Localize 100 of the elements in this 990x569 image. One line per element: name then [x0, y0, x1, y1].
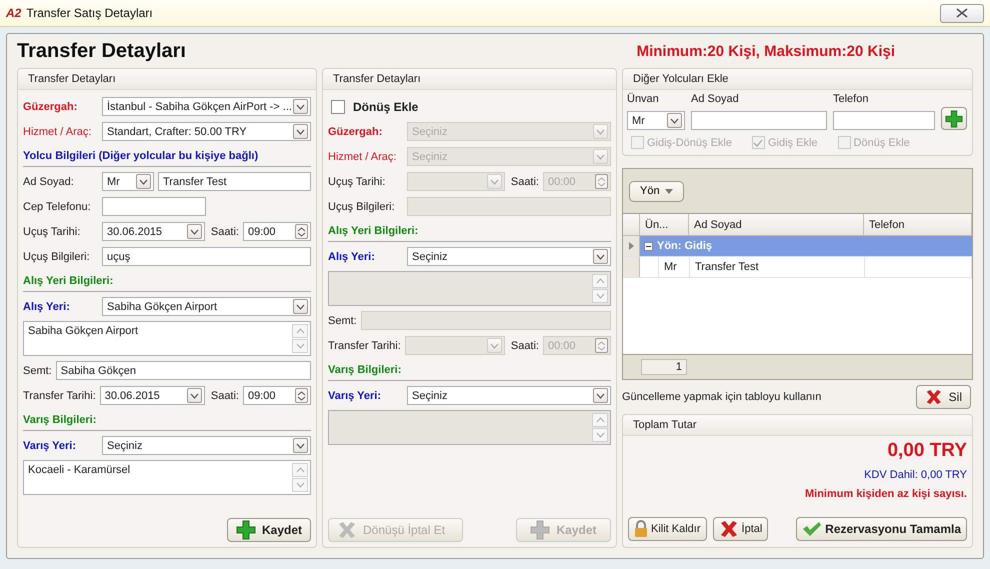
chevron-down-icon	[596, 392, 605, 398]
memo-field[interactable]: Kocaeli - Karamürsel	[23, 460, 311, 495]
spin-button[interactable]	[295, 224, 308, 239]
section-title: Alış Yeri Bilgileri:	[23, 275, 114, 287]
input-field[interactable]: Sabiha Gökçen	[56, 361, 311, 380]
up-down-arrows-icon	[597, 176, 606, 188]
dropdown-button[interactable]	[186, 388, 202, 403]
chevron-down-icon	[596, 128, 605, 134]
field-label: Semt:	[23, 364, 52, 376]
add-button[interactable]	[941, 107, 967, 130]
field-label: Uçuş Bilgileri:	[328, 200, 396, 212]
field-label: Güzergah:	[328, 126, 384, 138]
chevron-down-icon	[296, 128, 305, 134]
date-field[interactable]: 30.06.2015	[100, 386, 205, 405]
field-label: Uçuş Tarihi:	[328, 176, 386, 188]
select-field[interactable]: Seçiniz	[407, 386, 611, 405]
dropdown-button[interactable]	[186, 224, 202, 239]
select-field[interactable]: Seçiniz	[407, 247, 611, 266]
up-down-arrows-icon	[297, 226, 306, 238]
dropdown-button[interactable]	[667, 113, 682, 128]
dropdown-button[interactable]	[593, 388, 608, 403]
field-label: Cep Telefonu:	[23, 200, 92, 212]
tax-text: KDV Dahil: 0,00 TRY	[864, 469, 967, 481]
page-heading: Transfer Detayları	[17, 40, 186, 62]
section-title: Alış Yeri Bilgileri:	[328, 225, 418, 237]
checkbox-label: Gidiş Ekle	[768, 136, 818, 148]
chevron-down-icon	[296, 304, 305, 310]
dropdown-button[interactable]	[293, 99, 308, 114]
action-button[interactable]: Kilit Kaldır	[628, 517, 707, 541]
chevron-down-icon	[596, 154, 605, 160]
select-field[interactable]: Mr	[627, 111, 685, 130]
table-cell: Transfer Test	[690, 257, 865, 277]
dropdown-button[interactable]	[293, 124, 308, 139]
table-cell: Mr	[659, 257, 690, 277]
panel-title: Transfer Detayları	[333, 73, 421, 85]
scroll-bar[interactable]	[292, 324, 308, 353]
plus-icon	[945, 110, 963, 128]
input-field[interactable]	[691, 111, 827, 130]
hint-text: Güncelleme yapmak için tabloyu kullanın	[622, 391, 822, 403]
field-label: Ad Soyad:	[23, 176, 75, 188]
select-field[interactable]: Standart, Crafter: 50.00 TRY	[102, 122, 311, 141]
field-label: Saati:	[210, 226, 239, 238]
row-indicator-icon	[628, 242, 634, 250]
checkbox-label: Dönüş Ekle	[353, 100, 418, 114]
field-label: Uçuş Tarihi:	[23, 226, 82, 238]
chevron-down-icon	[296, 442, 305, 448]
group-button[interactable]: Yön	[629, 180, 684, 202]
panel-title: Diğer Yolcuları Ekle	[633, 73, 728, 85]
time-field[interactable]: 09:00	[243, 386, 311, 405]
column-header[interactable]: Telefon	[864, 214, 972, 235]
action-button[interactable]: Rezervasyonu Tamamla	[796, 517, 967, 541]
total-amount: 0,00 TRY	[887, 440, 967, 462]
delete-button[interactable]: Sil	[916, 385, 971, 409]
close-button[interactable]	[940, 4, 984, 22]
warning-text: Minimum kişiden az kişi sayısı.	[804, 488, 967, 500]
input-field[interactable]: Transfer Test	[158, 172, 311, 191]
panel-title: Toplam Tutar	[633, 419, 697, 431]
scroll-bar[interactable]	[292, 463, 308, 492]
field-label: Alış Yeri:	[328, 250, 376, 262]
row-count: 1	[641, 359, 687, 375]
section-title: Varış Bilgileri:	[23, 414, 96, 426]
select-field[interactable]: Seçiniz	[102, 436, 311, 455]
dropdown-button[interactable]	[293, 438, 308, 453]
spin-button[interactable]	[295, 388, 308, 403]
field-label: Transfer Tarihi:	[23, 390, 96, 402]
dropdown-button[interactable]	[136, 174, 151, 189]
collapse-icon[interactable]	[644, 242, 653, 250]
checkbox-label: Gidiş-Dönüş Ekle	[647, 136, 732, 148]
field-label: Semt:	[328, 314, 357, 326]
field-label: Uçuş Bilgileri:	[23, 250, 91, 262]
field-label: Transfer Tarihi:	[328, 340, 401, 352]
time-field[interactable]: 09:00	[243, 222, 311, 241]
caret-icon	[664, 188, 673, 194]
column-header[interactable]: Ün...	[640, 214, 689, 235]
input-field[interactable]	[102, 197, 206, 216]
field-label: Saati:	[510, 340, 539, 352]
dropdown-button[interactable]	[593, 249, 608, 264]
column-header[interactable]: Ad Soyad	[689, 214, 864, 235]
plus-icon	[236, 520, 256, 540]
date-field[interactable]: 30.06.2015	[102, 222, 205, 241]
chevron-down-icon	[190, 228, 199, 234]
action-button[interactable]: İptal	[712, 517, 768, 541]
window-title: Transfer Satış Detayları	[26, 6, 153, 20]
cross-icon	[337, 521, 357, 539]
field-label: Telefon	[833, 93, 870, 105]
input-field[interactable]	[833, 111, 935, 130]
chevron-down-icon	[596, 254, 605, 260]
input-field[interactable]: uçuş	[102, 247, 311, 266]
select-field[interactable]: İstanbul - Sabiha Gökçen AirPort -> ...	[102, 97, 311, 116]
check-icon	[802, 521, 822, 537]
dropdown-button[interactable]	[293, 299, 308, 314]
chevron-down-icon	[490, 178, 499, 184]
field-label: Varış Yeri:	[23, 440, 78, 452]
checkbox[interactable]	[331, 100, 345, 114]
memo-field[interactable]: Sabiha Gökçen Airport	[23, 321, 311, 356]
cross-icon	[925, 388, 943, 406]
select-field[interactable]: Mr	[102, 172, 154, 191]
up-down-arrows-icon	[297, 390, 306, 402]
action-button[interactable]: Kaydet	[226, 518, 311, 542]
select-field[interactable]: Sabiha Gökçen Airport	[102, 297, 311, 316]
